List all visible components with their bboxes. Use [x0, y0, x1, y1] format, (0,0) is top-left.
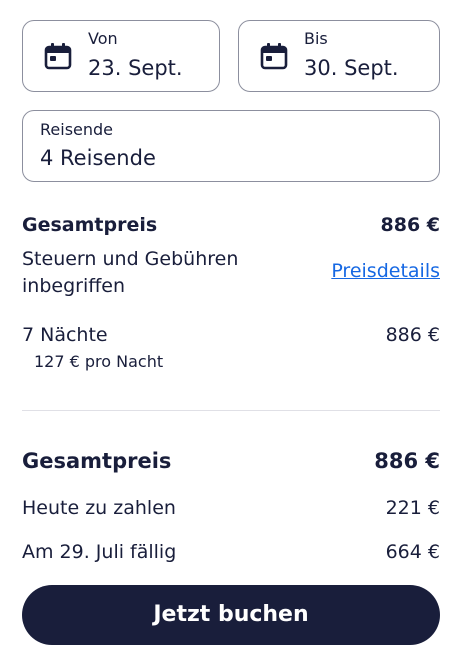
date-to-value: 30. Sept. [304, 56, 399, 80]
nights-value: 886 € [385, 324, 440, 346]
divider [22, 410, 440, 411]
date-to-label: Bis [304, 29, 328, 48]
nights-row: 7 Nächte 886 € [22, 324, 440, 350]
due-value: 664 € [385, 541, 440, 563]
due-label: Am 29. Juli fällig [22, 541, 177, 563]
calendar-icon [44, 43, 72, 70]
date-to-field[interactable]: Bis 30. Sept. [238, 20, 440, 92]
payment-total-row: Gesamtpreis 886 € [22, 449, 440, 477]
price-details-link[interactable]: Preisdetails [331, 260, 440, 282]
travelers-value: 4 Reisende [40, 146, 156, 170]
today-label: Heute zu zahlen [22, 497, 176, 519]
per-night-row: 127 € pro Nacht [34, 352, 452, 372]
date-from-value: 23. Sept. [88, 56, 183, 80]
summary-total-label: Gesamtpreis [22, 214, 158, 236]
summary-total-row: Gesamtpreis 886 € [22, 214, 440, 240]
today-row: Heute zu zahlen 221 € [22, 497, 440, 523]
nights-label: 7 Nächte [22, 324, 108, 346]
date-from-label: Von [88, 29, 118, 48]
due-row: Am 29. Juli fällig 664 € [22, 541, 440, 567]
calendar-icon [260, 43, 288, 70]
taxes-row: Steuern und Gebühren inbegriffen Preisde… [22, 246, 440, 300]
travelers-label: Reisende [40, 120, 114, 139]
travelers-field[interactable]: Reisende 4 Reisende [22, 110, 440, 182]
summary-total-value: 886 € [380, 214, 441, 236]
per-night-text: 127 € pro Nacht [34, 352, 164, 371]
payment-total-label: Gesamtpreis [22, 449, 172, 473]
book-now-button[interactable]: Jetzt buchen [22, 585, 440, 645]
date-from-field[interactable]: Von 23. Sept. [22, 20, 220, 92]
today-value: 221 € [385, 497, 440, 519]
payment-total-value: 886 € [374, 449, 440, 473]
